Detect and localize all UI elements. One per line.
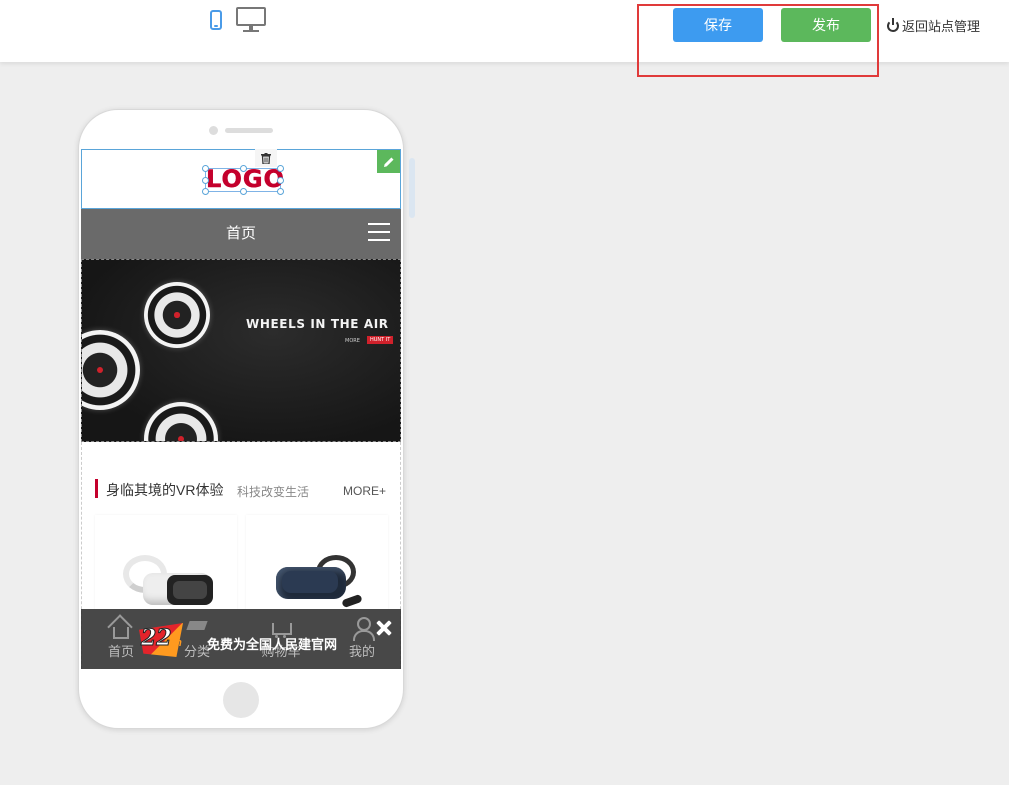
desktop-icon[interactable] (236, 7, 266, 33)
resize-handle[interactable] (277, 165, 284, 172)
mobile-preview-screen: LOGO 首页 WHEELS IN THE AIR MORE HUNT IT 身… (81, 149, 401, 669)
resize-handle[interactable] (240, 165, 247, 172)
banner-more: MORE (345, 338, 360, 344)
publish-button[interactable]: 发布 (781, 8, 871, 42)
logo-selection[interactable]: LOGO (202, 165, 284, 195)
banner-image[interactable]: WHEELS IN THE AIR MORE HUNT IT (81, 259, 401, 442)
banner-title: WHEELS IN THE AIR (246, 317, 389, 331)
ad-logo[interactable]: 22 cn (139, 623, 183, 657)
resize-handle[interactable] (240, 188, 247, 195)
phone-speaker (225, 128, 273, 133)
home-icon (113, 627, 129, 639)
section-more-link[interactable]: MORE+ (343, 484, 386, 498)
wheel-graphic (144, 402, 218, 441)
phone-home-button (223, 682, 259, 718)
resize-handle[interactable] (277, 177, 284, 184)
wheel-graphic (82, 330, 140, 410)
power-icon (887, 18, 899, 32)
back-to-site-management-link[interactable]: 返回站点管理 (887, 14, 980, 36)
close-icon[interactable] (375, 619, 393, 637)
user-icon (351, 617, 375, 641)
nav-title: 首页 (225, 225, 256, 242)
section-title: 身临其境的VR体验 (106, 482, 224, 498)
bottom-tab-bar: 首页 分类 购物车 我的 22 cn 免费为全国人民建官网 (81, 609, 401, 669)
resize-handle[interactable] (202, 177, 209, 184)
back-link-label: 返回站点管理 (902, 18, 981, 34)
save-button[interactable]: 保存 (673, 8, 763, 42)
phone-camera (209, 126, 218, 135)
resize-handle[interactable] (277, 188, 284, 195)
resize-handle[interactable] (202, 165, 209, 172)
hamburger-menu-icon[interactable] (368, 223, 390, 243)
mobile-nav-bar: 首页 (81, 209, 401, 259)
device-switcher (210, 6, 266, 34)
section-accent-bar (95, 479, 98, 498)
resize-handle[interactable] (202, 188, 209, 195)
mobile-icon[interactable] (210, 10, 222, 30)
logo-module[interactable]: LOGO (81, 149, 401, 209)
ad-text[interactable]: 免费为全国人民建官网 (207, 634, 337, 653)
preview-scrollbar[interactable] (409, 158, 415, 218)
wheel-graphic (144, 282, 210, 348)
banner-cta: HUNT IT (367, 336, 394, 344)
section-subtitle: 科技改变生活 (237, 485, 310, 499)
pencil-icon[interactable] (377, 150, 400, 173)
category-icon (186, 617, 208, 639)
